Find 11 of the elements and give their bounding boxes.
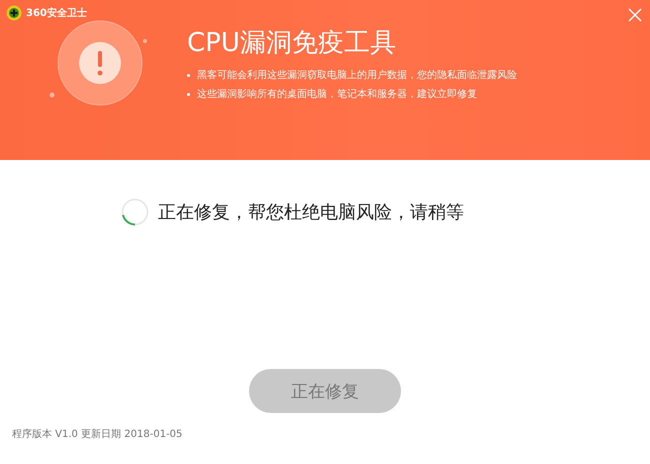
bullet-dot [187, 93, 190, 96]
logo-icon [6, 5, 22, 21]
tool-title: CPU漏洞免疫工具 [187, 27, 397, 60]
bullet-text: 黑客可能会利用这些漏洞窃取电脑上的用户数据，您的隐私面临泄露风险 [197, 68, 517, 83]
window-title: 360安全卫士 [26, 6, 88, 20]
bullet-text: 这些漏洞影响所有的桌面电脑，笔记本和服务器，建议立即修复 [197, 88, 477, 102]
version-text: 程序版本 V1.0 更新日期 2018-01-05 [12, 428, 184, 441]
loading-spinner-icon [120, 197, 150, 227]
close-icon[interactable] [628, 8, 642, 22]
status-text: 正在修复，帮您杜绝电脑风险，请稍等 [158, 201, 464, 224]
bullet-dot [187, 74, 190, 77]
